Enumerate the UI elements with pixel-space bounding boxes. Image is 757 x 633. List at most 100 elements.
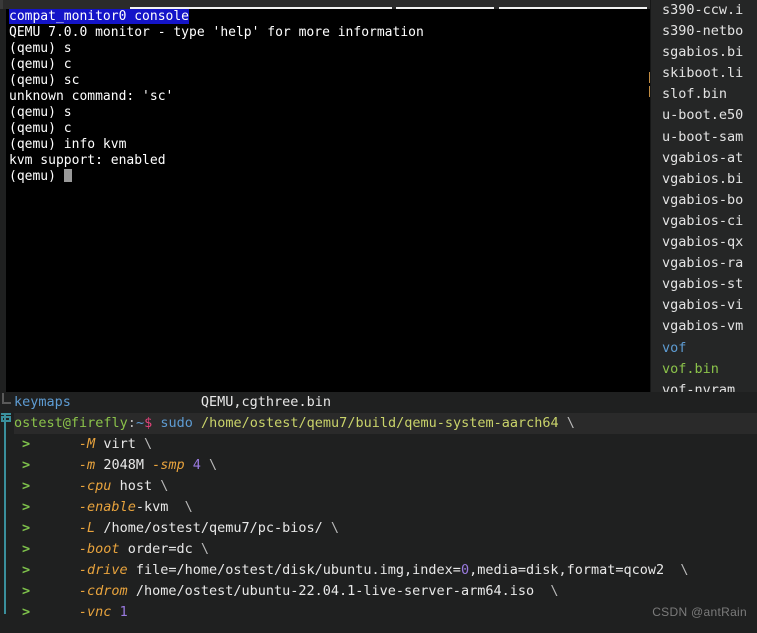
arg-number: 0 bbox=[460, 562, 470, 578]
shell-terminal[interactable]: keymaps QEMU,cgthree.bin ostest@firefly:~… bbox=[14, 392, 757, 633]
continuation-caret: > bbox=[22, 562, 31, 578]
shell-continuation-line[interactable]: > -L /home/ostest/qemu7/pc-bios/ \ bbox=[14, 518, 757, 539]
file-list-item[interactable]: vgabios-qx bbox=[650, 232, 757, 253]
text-cursor bbox=[63, 169, 72, 182]
shell-continuation-line[interactable]: > -cdrom /home/ostest/ubuntu-22.04.1-liv… bbox=[14, 581, 757, 602]
status-line-center: QEMU,cgthree.bin bbox=[200, 394, 331, 410]
shell-continuation-line[interactable]: > -cpu host \ bbox=[14, 476, 757, 497]
qemu-console-line: (qemu) s bbox=[9, 105, 72, 120]
status-line-left: keymaps bbox=[14, 394, 71, 410]
top-strip-left-edge bbox=[0, 0, 3, 9]
arg-value: file=/home/ostest/disk/ubuntu.img,index= bbox=[127, 562, 461, 578]
line-continuation: \ bbox=[143, 436, 153, 452]
qemu-console-line: unknown command: 'sc' bbox=[9, 89, 174, 104]
arg-value-2 bbox=[185, 457, 193, 473]
continuation-caret: > bbox=[22, 478, 31, 494]
continuation-caret: > bbox=[22, 457, 31, 473]
shell-continuation-line[interactable]: > -m 2048M -smp 4 \ bbox=[14, 455, 757, 476]
file-list-sidebar[interactable]: s390-ccw.i s390-netbo sgabios.bi skiboot… bbox=[650, 0, 757, 401]
top-scrolled-strip bbox=[0, 0, 757, 9]
file-list-item[interactable]: vgabios-bo bbox=[650, 190, 757, 211]
arg-value bbox=[111, 604, 119, 620]
file-list-item[interactable]: vgabios-vi bbox=[650, 295, 757, 316]
file-list-item[interactable]: vgabios-ci bbox=[650, 211, 757, 232]
arg-value: host bbox=[111, 478, 161, 494]
line-continuation: \ bbox=[330, 520, 340, 536]
qemu-console-line: (qemu) sc bbox=[9, 73, 80, 88]
shell-continuation-line[interactable]: > -enable-kvm \ bbox=[14, 497, 757, 518]
arg-value: 2048M bbox=[95, 457, 153, 473]
qemu-console-prompt-text: (qemu) bbox=[9, 169, 64, 184]
file-list-item[interactable]: u-boot.e50 bbox=[650, 105, 757, 126]
arg-value: virt bbox=[95, 436, 144, 452]
qemu-console-line: kvm support: enabled bbox=[9, 153, 166, 168]
file-list-item-directory[interactable]: vof bbox=[650, 338, 757, 359]
file-list-item[interactable]: u-boot-sam bbox=[650, 127, 757, 148]
arg-number: 1 bbox=[119, 604, 128, 620]
arg-number: 4 bbox=[192, 457, 201, 473]
arg-flag: -vnc bbox=[78, 604, 112, 620]
continuation-caret: > bbox=[22, 583, 31, 599]
file-list-item[interactable]: slof.bin bbox=[650, 84, 757, 105]
arg-tail bbox=[201, 457, 209, 473]
continuation-caret: > bbox=[22, 499, 31, 515]
arg-value: /home/ostest/ubuntu-22.04.1-live-server-… bbox=[127, 583, 551, 599]
file-list-item-executable[interactable]: vof.bin bbox=[650, 359, 757, 380]
qemu-console-line: (qemu) info kvm bbox=[9, 137, 127, 152]
line-continuation: \ bbox=[209, 457, 218, 473]
arg-flag-2: -smp bbox=[152, 457, 185, 473]
command-binary-path: /home/ostest/qemu7/build/qemu-system-aar… bbox=[201, 415, 559, 431]
file-list-item[interactable]: sgabios.bi bbox=[650, 42, 757, 63]
line-continuation: \ bbox=[200, 541, 209, 557]
line-continuation: \ bbox=[160, 478, 169, 494]
line-continuation: \ bbox=[566, 415, 575, 431]
arg-flag: -cpu bbox=[78, 478, 112, 494]
shell-continuation-line[interactable]: > -drive file=/home/ostest/disk/ubuntu.i… bbox=[14, 560, 757, 581]
shell-continuation-line[interactable]: > -M virt \ bbox=[14, 434, 757, 455]
qemu-console-title: compat_monitor0 console bbox=[6, 9, 650, 25]
shell-continuation-line[interactable]: > -boot order=dc \ bbox=[14, 539, 757, 560]
continuation-caret: > bbox=[22, 436, 31, 452]
watermark-text: CSDN @antRain bbox=[652, 605, 747, 619]
arg-value: order=dc bbox=[119, 541, 201, 557]
qemu-console-prompt-line: (qemu) bbox=[6, 169, 650, 185]
arg-flag: -M bbox=[78, 436, 96, 452]
file-list-item[interactable]: vgabios-at bbox=[650, 148, 757, 169]
file-list-item[interactable]: vgabios-st bbox=[650, 274, 757, 295]
fold-corner-icon[interactable] bbox=[2, 393, 11, 404]
shell-continuation-line[interactable]: > -vnc 1 bbox=[14, 602, 757, 623]
status-line: keymaps QEMU,cgthree.bin bbox=[14, 392, 757, 413]
continuation-caret: > bbox=[22, 541, 31, 557]
line-continuation: \ bbox=[550, 583, 559, 599]
arg-flag: -boot bbox=[78, 541, 120, 557]
editor-gutter bbox=[0, 392, 14, 633]
file-list-item[interactable]: s390-ccw.i bbox=[650, 0, 757, 21]
arg-flag: -enable bbox=[78, 499, 136, 515]
qemu-monitor-console[interactable]: compat_monitor0 console QEMU 7.0.0 monit… bbox=[6, 9, 650, 392]
command-sudo: sudo bbox=[160, 415, 193, 431]
arg-flag: -L bbox=[78, 520, 96, 536]
terminal-block-icon[interactable] bbox=[1, 412, 11, 425]
qemu-console-title-text: compat_monitor0 console bbox=[9, 9, 190, 24]
file-list-item[interactable]: vgabios.bi bbox=[650, 169, 757, 190]
arg-flag: -drive bbox=[78, 562, 128, 578]
prompt-sigil: $ bbox=[144, 415, 153, 431]
qemu-console-line: (qemu) s bbox=[9, 41, 72, 56]
line-continuation: \ bbox=[680, 562, 689, 578]
qemu-console-line: (qemu) c bbox=[9, 57, 72, 72]
command-block-rule bbox=[4, 414, 6, 614]
arg-flag: -m bbox=[78, 457, 96, 473]
qemu-console-line: (qemu) c bbox=[9, 121, 72, 136]
prompt-user-host: ostest@firefly bbox=[14, 415, 128, 431]
file-list-item[interactable]: vgabios-ra bbox=[650, 253, 757, 274]
continuation-caret: > bbox=[22, 604, 31, 620]
screen-root: compat_monitor0 console QEMU 7.0.0 monit… bbox=[0, 0, 757, 633]
shell-command-line[interactable]: ostest@firefly:~$ sudo /home/ostest/qemu… bbox=[14, 413, 757, 434]
arg-value: -kvm bbox=[135, 499, 185, 515]
file-list-item[interactable]: s390-netbo bbox=[650, 21, 757, 42]
arg-flag: -cdrom bbox=[78, 583, 128, 599]
prompt-path: ~ bbox=[135, 415, 145, 431]
qemu-console-line: QEMU 7.0.0 monitor - type 'help' for mor… bbox=[9, 25, 424, 40]
file-list-item[interactable]: skiboot.li bbox=[650, 63, 757, 84]
file-list-item[interactable]: vgabios-vm bbox=[650, 316, 757, 337]
